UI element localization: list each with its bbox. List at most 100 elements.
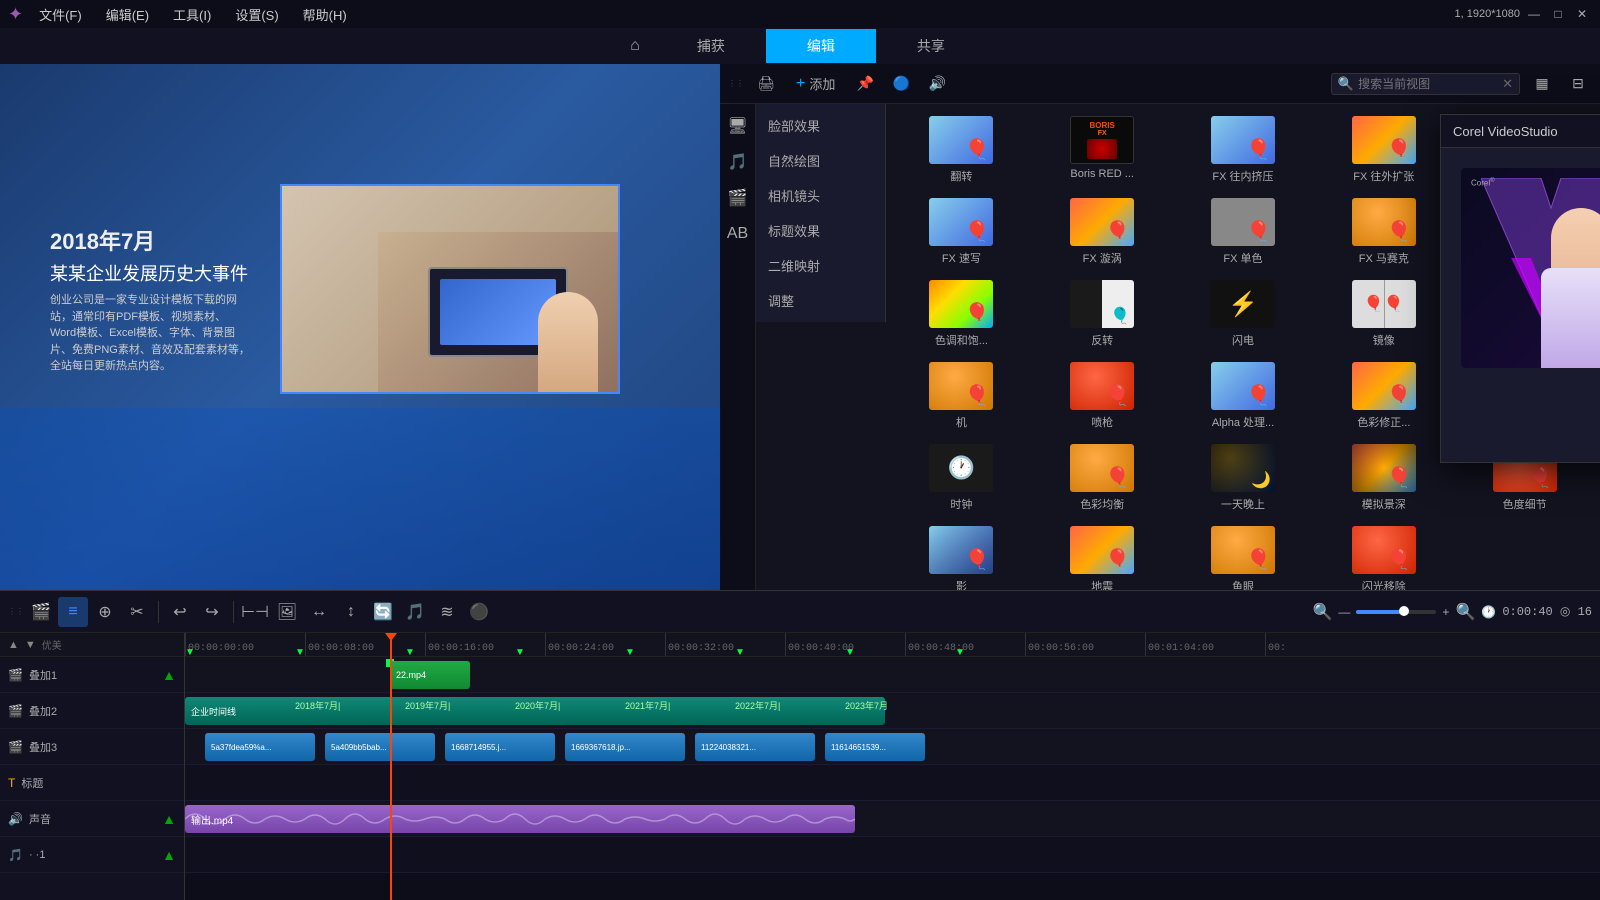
tl-trim-btn[interactable]: ⊢⊣ xyxy=(240,597,270,627)
search-clear-icon[interactable]: ✕ xyxy=(1502,76,1513,92)
effect-item-invert[interactable]: 🎈 反转 xyxy=(1035,276,1170,352)
tl-marker-green-3: ▼ xyxy=(515,647,525,658)
tab-home[interactable]: ⌂ xyxy=(614,31,656,61)
tl-track-row-4: 输出.mp4 xyxy=(185,801,1600,837)
tl-add-track-icon[interactable]: ▲ xyxy=(8,639,19,651)
search-input[interactable] xyxy=(1358,77,1498,91)
menu-file[interactable]: 文件(F) xyxy=(35,3,86,26)
tl-drag-handle: ⋮⋮ xyxy=(8,607,24,616)
tl-undo-btn[interactable]: ↩ xyxy=(165,597,195,627)
effect-item-fx-inward[interactable]: 🎈 FX 往内挤压 xyxy=(1176,112,1311,188)
menu-face-effects[interactable]: 脸部效果 xyxy=(756,108,885,143)
tl-add-video[interactable]: ▲ xyxy=(162,667,176,683)
tl-film-btn[interactable]: 🎬 xyxy=(26,597,56,627)
tl-clip-22mp4[interactable]: 22.mp4 xyxy=(390,661,470,689)
tl-copy-btn[interactable]: ⊕ xyxy=(90,597,120,627)
effects-add-button[interactable]: + 添加 xyxy=(788,70,843,97)
zoom-out-icon[interactable]: 🔍 xyxy=(1313,602,1333,622)
effect-item-fx-mosaic[interactable]: 🎈 FX 马赛克 xyxy=(1316,194,1451,270)
menu-2d-map[interactable]: 二维映射 xyxy=(756,248,885,283)
tl-playhead[interactable] xyxy=(390,633,392,900)
menu-adjust[interactable]: 调整 xyxy=(756,283,885,318)
effect-item-clock[interactable]: 🕐 时钟 xyxy=(894,440,1029,516)
tl-ruler-label-row: ▲ ▼ 优美 xyxy=(0,633,184,657)
effect-item-spray[interactable]: 🎈 喷枪 xyxy=(1035,358,1170,434)
tab-share[interactable]: 共享 xyxy=(876,29,986,63)
tl-track-label-overlay2: 🎬 叠加3 xyxy=(0,729,184,765)
preview-inner-box xyxy=(280,184,620,394)
effects-audio-icon[interactable]: 🔊 xyxy=(923,70,951,98)
maximize-button[interactable]: □ xyxy=(1548,4,1568,24)
sidebar-text-icon[interactable]: AB xyxy=(724,220,752,248)
menu-title-effects[interactable]: 标题效果 xyxy=(756,213,885,248)
effect-item-fisheye[interactable]: 🎈 鱼眼 xyxy=(1176,522,1311,598)
minimize-button[interactable]: — xyxy=(1524,4,1544,24)
zoom-out-btn[interactable]: — xyxy=(1338,605,1350,619)
effect-item-hue[interactable]: 🎈 色调和饱... xyxy=(894,276,1029,352)
effect-item-color-correct[interactable]: 🎈 色彩修正... xyxy=(1316,358,1451,434)
tl-clip-photo-6[interactable]: 11614651539... xyxy=(825,733,925,761)
menu-tools[interactable]: 工具(I) xyxy=(169,3,215,26)
effect-item-mirror[interactable]: 🎈🎈 镜像 xyxy=(1316,276,1451,352)
effect-item-shadow[interactable]: 🎈 影 xyxy=(894,522,1029,598)
tl-ripple-btn[interactable]: ≋ xyxy=(432,597,462,627)
effects-printer-icon[interactable]: 🖨 xyxy=(752,70,780,98)
effect-item-color-balance[interactable]: 🎈 色彩均衡 xyxy=(1035,440,1170,516)
tl-clip-photo-5[interactable]: 11224038321... xyxy=(695,733,815,761)
grid-view-icon[interactable]: ▦ xyxy=(1528,70,1556,98)
effects-filter-icon[interactable]: 🔵 xyxy=(887,70,915,98)
effect-item-fx-outward[interactable]: 🎈 FX 往外扩张 xyxy=(1316,112,1451,188)
zoom-in-btn[interactable]: + xyxy=(1442,605,1449,619)
effects-pin-icon[interactable]: 📌 xyxy=(851,70,879,98)
effect-item-flip[interactable]: 🎈 翻转 xyxy=(894,112,1029,188)
tl-timeline-btn[interactable]: ≡ xyxy=(58,597,88,627)
tl-shrink-btn[interactable]: ↕ xyxy=(336,597,366,627)
effect-item-flash-remove[interactable]: 🎈 闪光移除 xyxy=(1316,522,1451,598)
effect-item-fx-mono[interactable]: 🎈 FX 单色 xyxy=(1176,194,1311,270)
menu-natural-draw[interactable]: 自然绘图 xyxy=(756,143,885,178)
zoom-in-icon[interactable]: 🔍 xyxy=(1455,602,1475,622)
effects-search-box[interactable]: 🔍 ✕ xyxy=(1331,73,1520,95)
timeline-icon[interactable]: 🕐 xyxy=(1481,605,1496,619)
tl-clip-photo-3[interactable]: 1668714955.j... xyxy=(445,733,555,761)
tl-clip-photo-2[interactable]: 5a409bb5bab... xyxy=(325,733,435,761)
tl-redo-btn[interactable]: ↪ xyxy=(197,597,227,627)
effect-item-alpha[interactable]: 🎈 Alpha 处理... xyxy=(1176,358,1311,434)
tl-add-audio[interactable]: ▲ xyxy=(162,811,176,827)
sidebar-fx-icon[interactable]: 🎬 xyxy=(724,184,752,212)
effect-item-machine[interactable]: 🎈 机 xyxy=(894,358,1029,434)
tab-edit[interactable]: 编辑 xyxy=(766,29,876,63)
zoom-thumb[interactable] xyxy=(1399,606,1409,616)
tl-clip-photo-4[interactable]: 1669367618.jp... xyxy=(565,733,685,761)
sidebar-media-icon[interactable]: 🖥 xyxy=(724,112,752,140)
tl-expand-btn[interactable]: ↔ xyxy=(304,597,334,627)
menu-edit[interactable]: 编辑(E) xyxy=(102,3,153,26)
menu-settings[interactable]: 设置(S) xyxy=(231,3,282,26)
tl-clip-photo-1[interactable]: 5a37fdea59%a... xyxy=(205,733,315,761)
effect-item-fx-sketch[interactable]: 🎈 FX 速写 xyxy=(894,194,1029,270)
effect-item-boris[interactable]: BORIS FX Boris RED ... xyxy=(1035,112,1170,188)
effect-item-depth[interactable]: 🎈 模拟景深 xyxy=(1316,440,1451,516)
menu-camera-lens[interactable]: 相机镜头 xyxy=(756,178,885,213)
tl-overlay2-name: 叠加3 xyxy=(29,739,176,755)
tl-photo-btn[interactable]: 🖼 xyxy=(272,597,302,627)
effect-item-lightning[interactable]: ⚡ 闪电 xyxy=(1176,276,1311,352)
tl-remove-track-icon[interactable]: ▼ xyxy=(25,639,36,651)
tab-capture[interactable]: 捕获 xyxy=(656,29,766,63)
tl-track-row-1: 企业时间线 2018年7月| 2019年7月| 2020年7月| 2021年7月… xyxy=(185,693,1600,729)
close-button[interactable]: ✕ xyxy=(1572,4,1592,24)
tl-clip-output-mp4[interactable]: 输出.mp4 xyxy=(185,805,855,833)
tl-rotate-btn[interactable]: 🔄 xyxy=(368,597,398,627)
effect-item-night[interactable]: 🌙 一天晚上 xyxy=(1176,440,1311,516)
effect-item-earthquake[interactable]: 🎈 地震 xyxy=(1035,522,1170,598)
tl-mix-btn[interactable]: ⚫ xyxy=(464,597,494,627)
tl-add-music[interactable]: ▲ xyxy=(162,847,176,863)
list-view-icon[interactable]: ⊟ xyxy=(1564,70,1592,98)
menu-help[interactable]: 帮助(H) xyxy=(299,3,351,26)
effect-item-fx-swirl[interactable]: 🎈 FX 漩涡 xyxy=(1035,194,1170,270)
sidebar-music-icon[interactable]: 🎵 xyxy=(724,148,752,176)
tl-track-labels: ▲ ▼ 优美 🎬 叠加1 ▲ 🎬 叠加2 🎬 叠加3 T 标题 xyxy=(0,633,185,900)
tl-audio-btn[interactable]: 🎵 xyxy=(400,597,430,627)
tl-cut-btn[interactable]: ✂ xyxy=(122,597,152,627)
zoom-slider[interactable] xyxy=(1356,610,1436,614)
